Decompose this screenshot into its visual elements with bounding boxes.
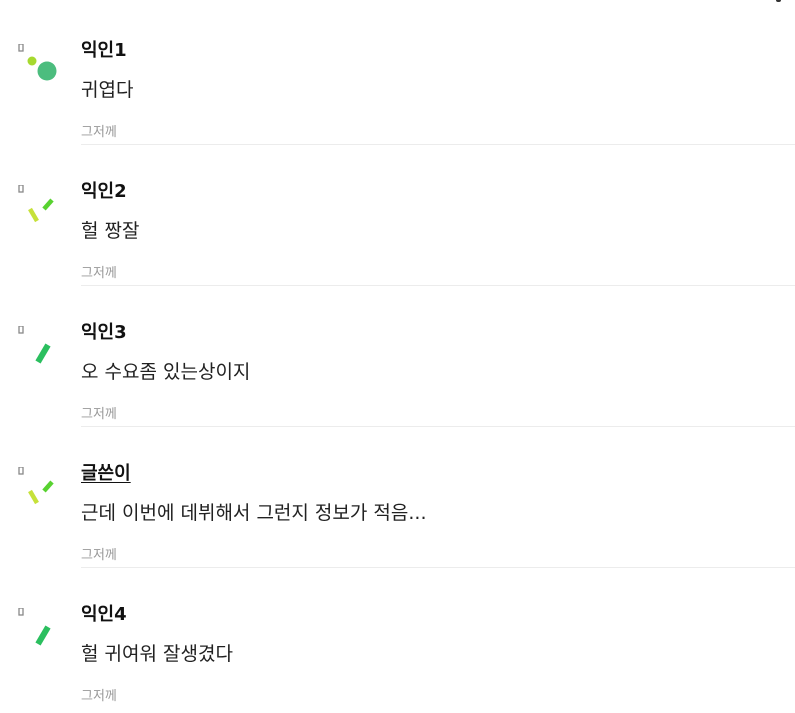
comment-list: 익인1 귀엽다 그저께 익인2 헐 짱잘 그저께 익인3 오 수요좀 있는상이지…: [0, 0, 795, 713]
slashes-avatar-icon[interactable]: [18, 467, 60, 527]
comment-time[interactable]: 그저께: [81, 125, 117, 141]
divider: [81, 285, 795, 286]
comment-item: 익인3 오 수요좀 있는상이지 그저께: [0, 312, 795, 453]
comment-item: 글쓴이 근데 이번에 데뷔해서 그런지 정보가 적음... 그저께: [0, 453, 795, 594]
comment-item: 익인1 귀엽다 그저께: [0, 30, 795, 171]
bar-avatar-icon[interactable]: [18, 326, 60, 386]
slashes-avatar-icon[interactable]: [18, 185, 60, 245]
comment-text: 헐 짱잘: [81, 220, 140, 242]
dots-avatar-icon[interactable]: [18, 44, 60, 104]
comment-text: 근데 이번에 데뷔해서 그런지 정보가 적음...: [81, 502, 427, 524]
divider: [81, 567, 795, 568]
comment-author: 익인4: [81, 604, 127, 625]
comment-time[interactable]: 그저께: [81, 266, 117, 282]
comment-text: 헐 귀여워 잘생겼다: [81, 643, 233, 665]
comment-author: 익인2: [81, 181, 127, 202]
divider: [81, 426, 795, 427]
comment-time[interactable]: 그저께: [81, 689, 117, 705]
comment-item: 익인2 헐 짱잘 그저께: [0, 171, 795, 312]
bar-avatar-icon[interactable]: [18, 608, 60, 668]
comment-item: 익인4 헐 귀여워 잘생겼다 그저께: [0, 594, 795, 713]
comment-time[interactable]: 그저께: [81, 407, 117, 423]
comment-author: 익인3: [81, 322, 127, 343]
comment-author-op[interactable]: 글쓴이: [81, 463, 131, 485]
comment-time[interactable]: 그저께: [81, 548, 117, 564]
comment-text: 귀엽다: [81, 79, 134, 101]
divider: [81, 144, 795, 145]
corner-arrow-icon[interactable]: [776, 0, 781, 2]
comment-author: 익인1: [81, 40, 127, 61]
comment-text: 오 수요좀 있는상이지: [81, 361, 251, 383]
